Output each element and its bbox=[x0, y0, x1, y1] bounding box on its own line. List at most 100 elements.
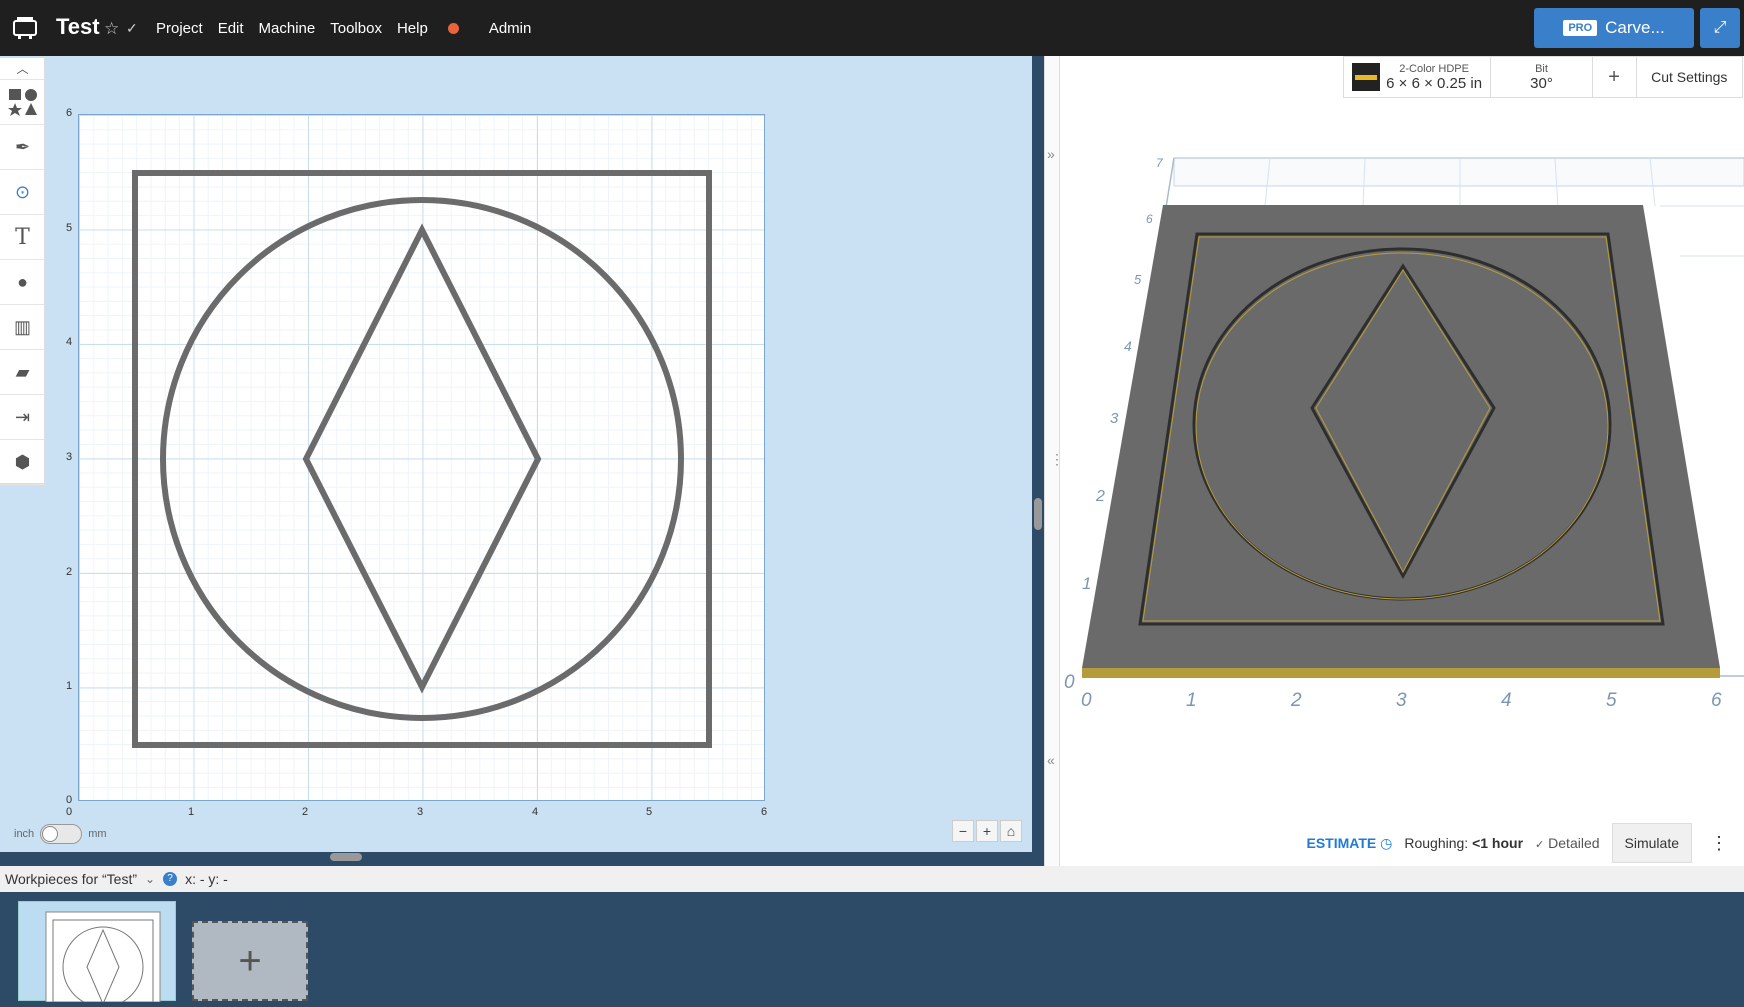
bit-value: 30° bbox=[1530, 74, 1553, 92]
menu-machine[interactable]: Machine bbox=[259, 20, 316, 37]
3d-preview-panel[interactable] bbox=[1060, 56, 1744, 866]
preview-y-tick: 4 bbox=[1124, 338, 1132, 354]
fullscreen-icon[interactable]: ⤢ bbox=[1700, 8, 1740, 48]
top-bar: Test ☆ ✓ Project Edit Machine Toolbox He… bbox=[0, 0, 1744, 56]
material-size: 6 × 6 × 0.25 in bbox=[1386, 74, 1483, 92]
workpiece-thumbnail[interactable] bbox=[18, 901, 176, 1007]
zoom-out-icon[interactable]: − bbox=[952, 820, 974, 842]
preview-x-tick: 6 bbox=[1711, 690, 1722, 711]
collapse-up-icon[interactable]: ︿ bbox=[0, 58, 45, 80]
roughing-value: <1 hour bbox=[1472, 835, 1524, 851]
expand-right-icon[interactable]: » bbox=[1047, 146, 1055, 162]
material-name: 2-Color HDPE bbox=[1399, 62, 1469, 75]
material-swatch bbox=[1352, 63, 1381, 91]
preview-x-tick: 1 bbox=[1186, 690, 1197, 711]
y-tick: 1 bbox=[66, 680, 73, 692]
menu-edit[interactable]: Edit bbox=[218, 20, 244, 37]
bit-label: Bit bbox=[1535, 62, 1548, 75]
preview-y-tick: 2 bbox=[1096, 488, 1105, 505]
icon-library-apple-icon[interactable]: ● bbox=[0, 260, 45, 305]
menu-help[interactable]: Help bbox=[397, 20, 474, 37]
notification-dot bbox=[447, 23, 459, 34]
menu-help-label: Help bbox=[396, 20, 428, 37]
carve-label: Carve... bbox=[1605, 18, 1665, 37]
tool-sidebar: ︿ ✒ ⊙ T ● ▥ ▰ ⇥ ⬢ bbox=[0, 58, 45, 485]
detailed-label: Detailed bbox=[1548, 835, 1600, 851]
preview-x-tick: 4 bbox=[1501, 690, 1512, 711]
unit-mm-label: mm bbox=[88, 828, 107, 840]
preview-y-tick: 6 bbox=[1146, 212, 1153, 226]
add-workpiece-button[interactable]: + bbox=[192, 921, 308, 1001]
estimate-bar: ESTIMATE ◷ Roughing: <1 hour ✓ Detailed … bbox=[1060, 820, 1744, 866]
menu-project[interactable]: Project bbox=[156, 20, 203, 37]
add-bit-button[interactable]: + bbox=[1593, 57, 1637, 97]
preview-y-tick: 1 bbox=[1082, 574, 1092, 593]
home-icon[interactable]: ⌂ bbox=[1000, 820, 1022, 842]
expand-left-icon[interactable]: « bbox=[1047, 752, 1055, 768]
roughing-label: Roughing: bbox=[1404, 835, 1469, 851]
vertical-scrollbar[interactable] bbox=[1034, 498, 1042, 530]
workpieces-title[interactable]: Workpieces for “Test” bbox=[5, 871, 137, 887]
estimate-label[interactable]: ESTIMATE ◷ bbox=[1307, 835, 1393, 852]
horizontal-scrollbar[interactable] bbox=[330, 853, 362, 861]
design-shapes[interactable] bbox=[79, 115, 766, 802]
menu-admin[interactable]: Admin bbox=[489, 20, 532, 37]
unit-toggle: inch mm bbox=[14, 824, 107, 844]
workpieces-tray: + bbox=[0, 892, 1744, 1007]
zoom-in-icon[interactable]: + bbox=[976, 820, 998, 842]
pro-badge: PRO bbox=[1563, 20, 1598, 36]
y-tick: 5 bbox=[66, 222, 73, 234]
simulate-button[interactable]: Simulate bbox=[1611, 823, 1692, 863]
blocks-icon[interactable]: ▰ bbox=[0, 350, 45, 395]
x-tick: 5 bbox=[646, 806, 653, 818]
x-tick: 1 bbox=[188, 806, 195, 818]
roughing-estimate: Roughing: <1 hour bbox=[1404, 835, 1523, 851]
check-icon: ✓ bbox=[1535, 839, 1545, 851]
x-tick: 4 bbox=[532, 806, 539, 818]
estimate-text: ESTIMATE bbox=[1306, 834, 1377, 851]
shapes-icon[interactable] bbox=[0, 80, 45, 125]
menu-toolbox[interactable]: Toolbox bbox=[330, 20, 382, 37]
x-tick: 0 bbox=[66, 806, 73, 818]
carve-button[interactable]: PRO Carve... bbox=[1534, 8, 1694, 48]
unit-switch[interactable] bbox=[40, 824, 83, 844]
clock-icon: ◷ bbox=[1380, 834, 1393, 851]
preview-x-tick: 5 bbox=[1606, 690, 1617, 711]
workpiece-canvas[interactable] bbox=[78, 114, 765, 801]
switch-knob bbox=[42, 826, 59, 842]
y-tick: 6 bbox=[66, 107, 73, 119]
preview-x-tick: 2 bbox=[1291, 690, 1302, 711]
detailed-option[interactable]: ✓ Detailed bbox=[1535, 835, 1599, 851]
preview-x-tick: 0 bbox=[1081, 690, 1092, 711]
zoom-controls: − + ⌂ bbox=[952, 820, 1022, 842]
preview-y-tick: 7 bbox=[1156, 156, 1163, 170]
y-tick: 0 bbox=[66, 794, 73, 806]
circle-shape bbox=[160, 197, 684, 721]
app-logo-icon[interactable] bbox=[12, 15, 38, 41]
cut-settings-button[interactable]: Cut Settings bbox=[1637, 57, 1742, 97]
3d-model-icon[interactable]: ⬢ bbox=[0, 440, 45, 485]
text-tool-icon[interactable]: T bbox=[0, 215, 45, 260]
chevron-down-icon[interactable]: ⌄ bbox=[145, 872, 155, 886]
x-tick: 6 bbox=[761, 806, 768, 818]
material-selector[interactable]: 2-Color HDPE 6 × 6 × 0.25 in bbox=[1344, 57, 1492, 97]
thumbnail-preview-icon bbox=[45, 911, 161, 1007]
check-icon: ✓ bbox=[126, 20, 138, 36]
x-tick: 2 bbox=[302, 806, 309, 818]
import-icon[interactable]: ⇥ bbox=[0, 395, 45, 440]
project-title[interactable]: Test bbox=[56, 14, 100, 40]
more-options-icon[interactable]: ⋮ bbox=[1704, 833, 1734, 854]
panel-divider[interactable]: » ⋮ « bbox=[1044, 56, 1064, 866]
star-icon[interactable]: ☆ bbox=[104, 19, 119, 39]
y-tick: 4 bbox=[66, 336, 73, 348]
square-shape bbox=[132, 170, 712, 748]
pen-tool-icon[interactable]: ✒ bbox=[0, 125, 45, 170]
bit-selector[interactable]: Bit 30° bbox=[1491, 57, 1593, 97]
preview-y-tick: 3 bbox=[1110, 410, 1119, 427]
help-icon[interactable]: ? bbox=[163, 872, 178, 886]
point-tool-icon[interactable]: ⊙ bbox=[0, 170, 45, 215]
ruler-icon[interactable]: ▥ bbox=[0, 305, 45, 350]
y-tick: 2 bbox=[66, 566, 73, 578]
unit-inch-label: inch bbox=[14, 828, 35, 840]
workpieces-bar: Workpieces for “Test” ⌄ ? x: - y: - bbox=[0, 866, 1744, 892]
